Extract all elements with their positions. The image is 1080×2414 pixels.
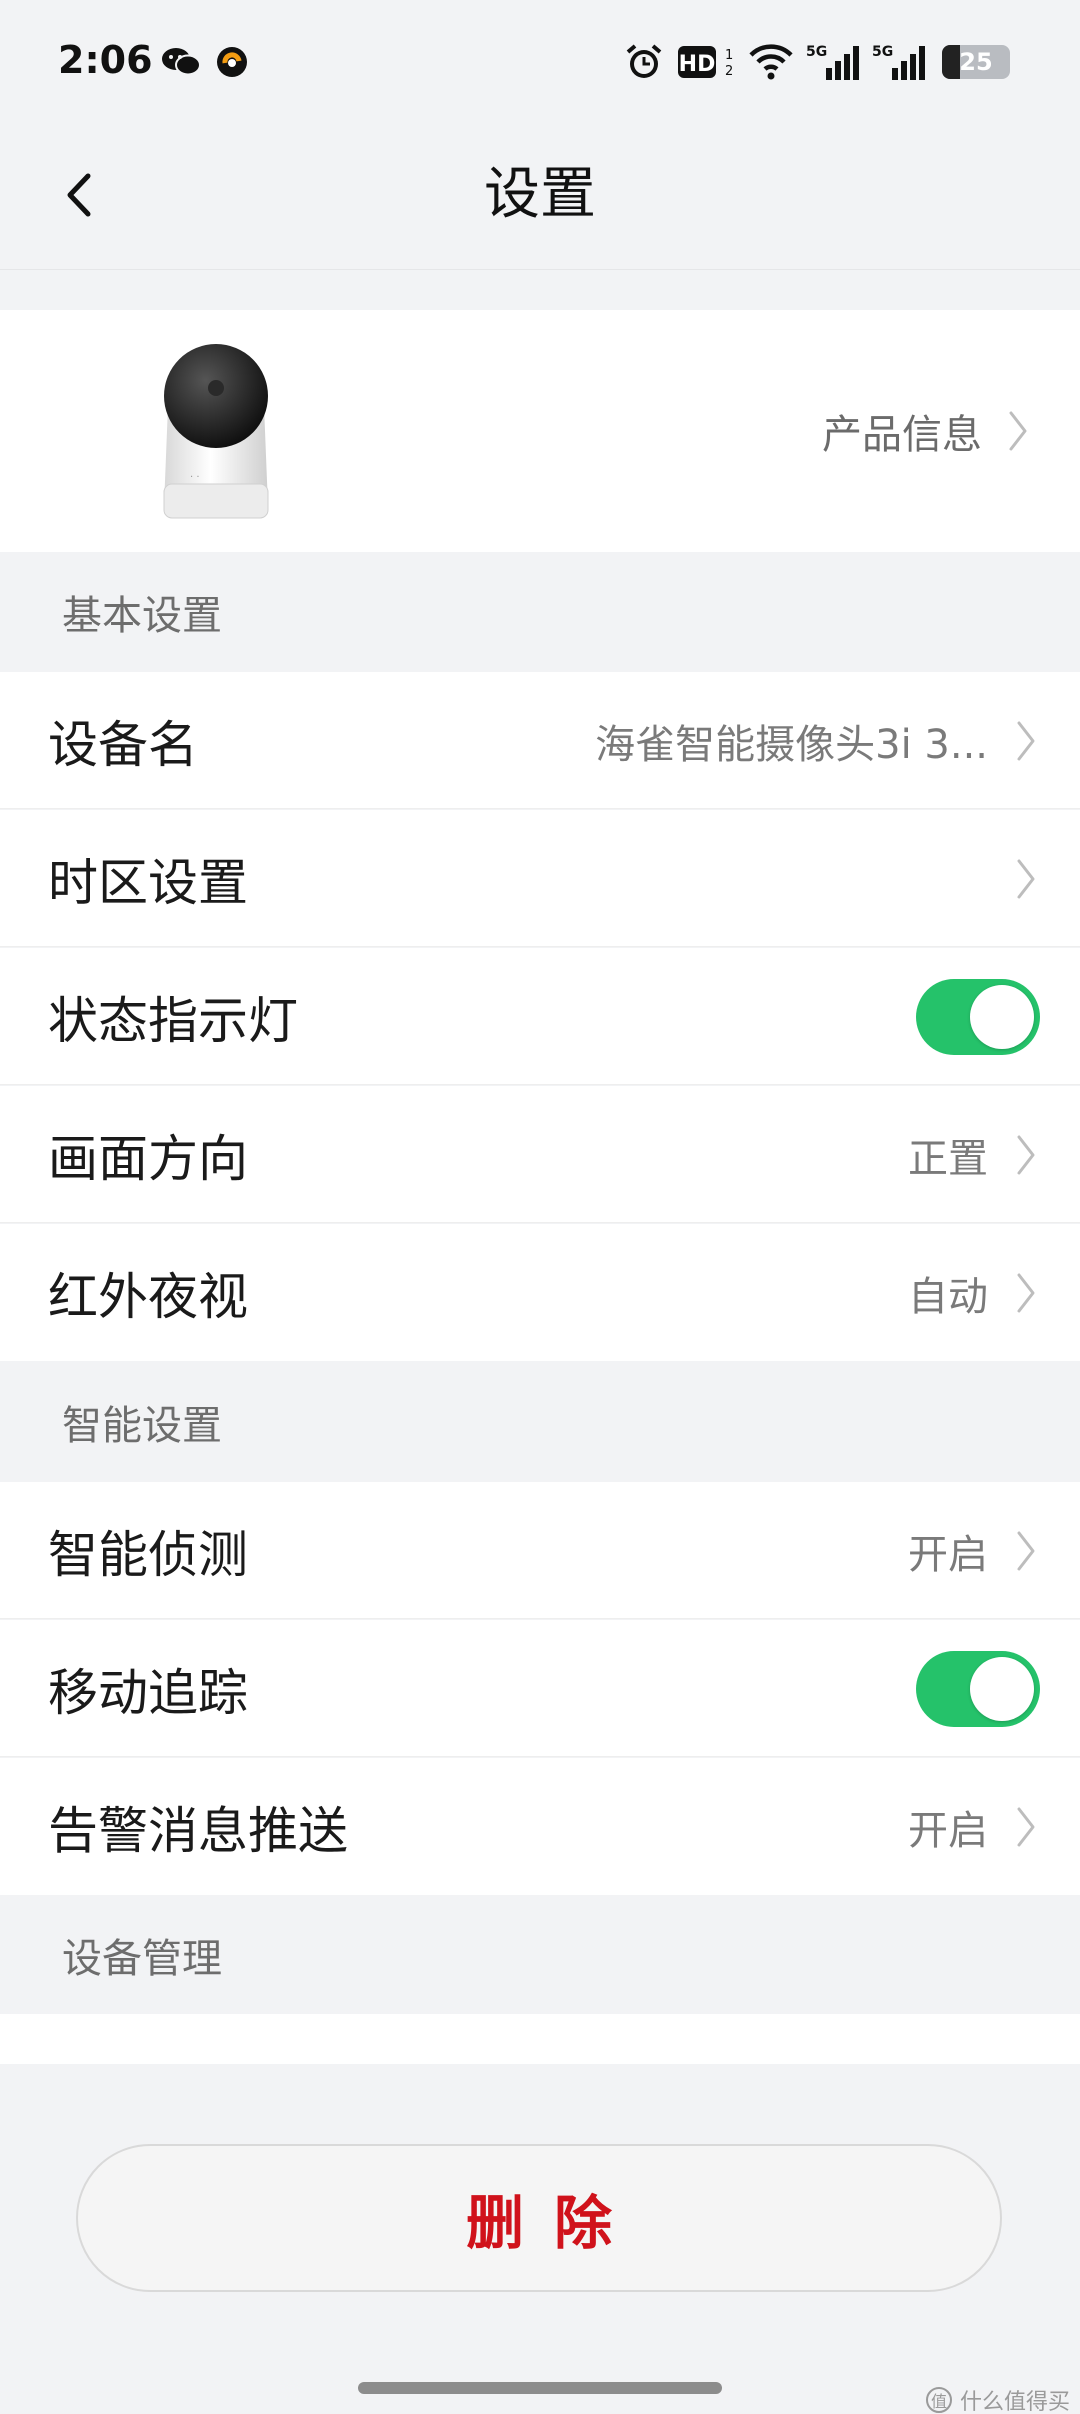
battery-icon: 25: [940, 40, 1012, 84]
row-label: 移动追踪: [48, 1663, 248, 1722]
row-smart-detection[interactable]: 智能侦测 开启: [0, 1482, 1080, 1619]
product-info-label: 产品信息: [822, 412, 982, 458]
product-card[interactable]: · · 产品信息: [0, 310, 1080, 552]
section-header-basic: 基本设置: [0, 552, 1080, 672]
row-night-vision[interactable]: 红外夜视 自动: [0, 1224, 1080, 1361]
wifi-icon: [746, 40, 796, 84]
watermark-text: 什么值得买: [959, 2390, 1070, 2414]
nav-header: 设置: [0, 120, 1080, 270]
svg-text:HD: HD: [679, 52, 716, 77]
row-label: 智能侦测: [48, 1525, 248, 1584]
hd-icon: HD 1 2: [676, 40, 736, 84]
row-value: 海雀智能摄像头3i 3...: [595, 721, 988, 768]
row-motion-tracking: 移动追踪: [0, 1620, 1080, 1757]
svg-text:1: 1: [725, 48, 733, 63]
row-label: 状态指示灯: [48, 991, 298, 1050]
home-indicator[interactable]: [358, 2382, 722, 2394]
svg-text:· ·: · ·: [190, 472, 200, 483]
section-header-management: 设备管理: [0, 1896, 1080, 2014]
chevron-right-icon: [1012, 1269, 1040, 1317]
row-label: 红外夜视: [48, 1267, 248, 1326]
row-device-name[interactable]: 设备名 海雀智能摄像头3i 3...: [0, 672, 1080, 809]
chevron-right-icon: [1012, 1527, 1040, 1575]
wechat-icon: [158, 40, 204, 84]
svg-text:5G: 5G: [806, 44, 827, 60]
watermark: 值 什么值得买: [925, 2384, 1070, 2414]
svg-text:2: 2: [725, 64, 733, 79]
status-time: 2:06: [58, 38, 153, 82]
bottom-action-area: 删除 值 什么值得买: [0, 2064, 1080, 2414]
delete-label: 删除: [465, 2189, 642, 2257]
chevron-right-icon: [1012, 717, 1040, 765]
product-info-link[interactable]: 产品信息: [822, 310, 1032, 552]
row-label: 画面方向: [48, 1129, 248, 1188]
row-orientation[interactable]: 画面方向 正置: [0, 1086, 1080, 1223]
status-light-toggle[interactable]: [916, 978, 1040, 1055]
svg-text:5G: 5G: [872, 44, 893, 60]
signal-5g-icon: 5G: [872, 40, 928, 84]
settings-screen: 2:06 HD 1 2 5G 5G 25 设置 · · 产品信息 基本设置 设备…: [0, 0, 1080, 2414]
section-header-smart: 智能设置: [0, 1362, 1080, 1482]
signal-5g-icon: 5G: [806, 40, 862, 84]
row-value: 开启: [908, 1531, 988, 1578]
camera-image: · ·: [156, 334, 276, 524]
row-value: 正置: [908, 1135, 988, 1182]
row-label: 时区设置: [48, 853, 248, 912]
row-label: 设备名: [48, 715, 198, 774]
chevron-right-icon: [1004, 407, 1032, 455]
watermark-logo-icon: 值: [925, 2387, 952, 2413]
row-timezone[interactable]: 时区设置: [0, 810, 1080, 947]
chevron-right-icon: [1012, 1803, 1040, 1851]
row-status-light: 状态指示灯: [0, 948, 1080, 1085]
app-icon: [212, 40, 252, 84]
chevron-right-icon: [1012, 855, 1040, 903]
row-value: 开启: [908, 1807, 988, 1854]
back-button[interactable]: [44, 150, 114, 240]
page-title: 设置: [484, 162, 596, 227]
chevron-right-icon: [1012, 1131, 1040, 1179]
motion-tracking-toggle[interactable]: [916, 1650, 1040, 1727]
delete-button[interactable]: 删除: [76, 2144, 1002, 2292]
status-bar: 2:06 HD 1 2 5G 5G 25: [0, 0, 1080, 120]
alarm-icon: [622, 40, 666, 84]
battery-level: 25: [959, 48, 993, 76]
row-alert-push[interactable]: 告警消息推送 开启: [0, 1758, 1080, 1895]
chevron-left-icon: [67, 173, 91, 217]
row-label: 告警消息推送: [48, 1801, 348, 1860]
row-value: 自动: [908, 1273, 988, 1320]
